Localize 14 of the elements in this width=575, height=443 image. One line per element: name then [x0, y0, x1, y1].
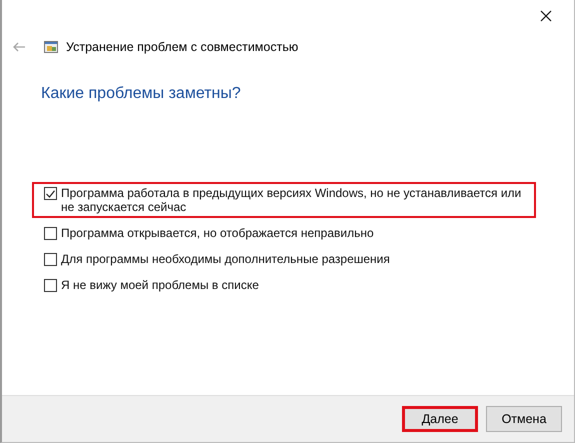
checkbox-option[interactable]: Для программы необходимы дополнительные разрешения [32, 248, 536, 270]
checkbox[interactable] [44, 253, 57, 266]
window-title: Устранение проблем с совместимостью [66, 38, 298, 56]
app-window-icon [44, 40, 58, 54]
checkbox[interactable] [44, 187, 57, 200]
checkbox-option[interactable]: Я не вижу моей проблемы в списке [32, 274, 536, 296]
checkbox-option[interactable]: Программа открывается, но отображается неправильно [32, 222, 536, 244]
checkbox[interactable] [44, 227, 57, 240]
next-button[interactable]: Далее [402, 406, 478, 432]
close-button[interactable] [538, 8, 554, 24]
cancel-button[interactable]: Отмена [486, 406, 562, 432]
page-heading: Какие проблемы заметны? [41, 84, 242, 104]
checkbox[interactable] [44, 279, 57, 292]
checkbox-option[interactable]: Программа работала в предыдущих версиях Windows, но не устанавливается или не запускается сейчас [32, 182, 536, 218]
